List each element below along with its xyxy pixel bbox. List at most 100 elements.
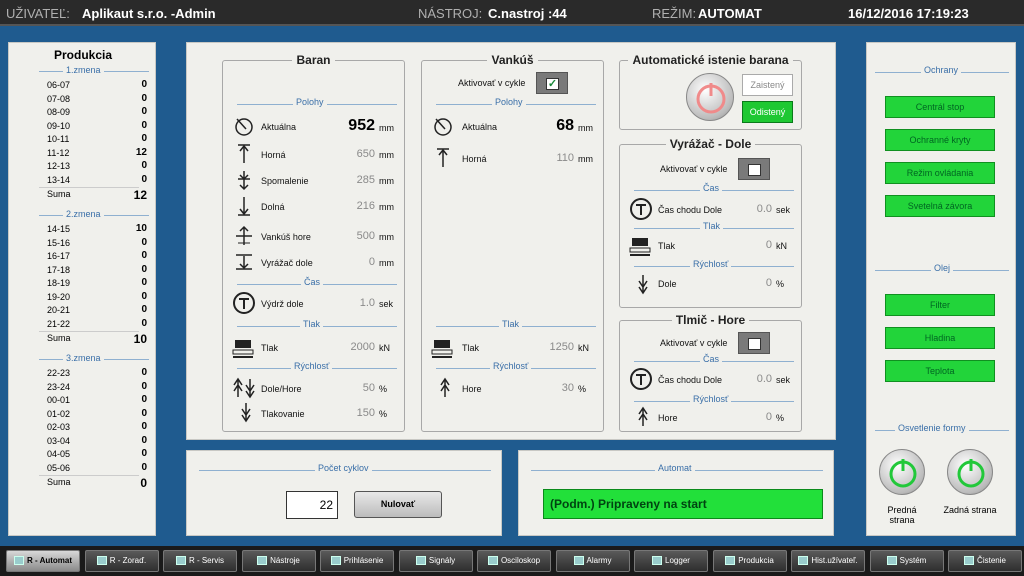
taskbar-cistenie-button[interactable]: Čistenie [948,550,1022,572]
baran-vankus-hore-label: Vankúš hore [261,232,311,242]
vyrazac-cas-chodu-value[interactable]: 0.0 [732,203,772,215]
position-bottom-icon [233,195,255,216]
zorad-icon [96,556,107,566]
production-count: 0 [141,160,147,171]
taskbar-signaly-button[interactable]: Signály [398,550,473,572]
baran-dole-hore-value[interactable]: 50 [323,382,375,394]
taskbar-nastroje-button[interactable]: Nástroje [241,550,316,572]
production-hour: 14-15 [47,224,71,234]
vankus-aktivovat-checkbox[interactable]: ✓ [536,72,568,94]
baran-tlak-value[interactable]: 2000 [323,341,375,353]
shift-label: 3.zmena [63,353,104,363]
baran-group: Baran Polohy Aktuálna 952 mm Horná 650 m… [222,53,405,432]
production-count: 0 [141,367,147,378]
taskbar-automat-button[interactable]: R - Automat [6,550,80,572]
sum-value: 10 [133,332,147,346]
mode-value: AUTOMAT [698,6,762,21]
production-count: 0 [141,461,147,473]
position-top-icon [233,143,255,163]
production-row: 03-04 0 [39,435,147,448]
speed-up-icon [434,377,456,397]
zaisteny-button[interactable]: Zaistený [742,74,793,96]
pressure-icon [232,337,254,358]
sum-label: Suma [47,477,71,487]
front-light-button[interactable] [879,449,925,495]
production-hour: 08-09 [47,107,71,117]
baran-tlak-label: Tlak [261,343,279,353]
taskbar-label: Prihlásenie [343,556,384,565]
automat-panel: Automat (Podm.) Pripraveny na start [518,450,834,536]
production-hour: 17-18 [47,264,71,275]
vyrazac-cas-chodu-label: Čas chodu Dole [658,205,723,215]
production-row: 01-02 0 [39,408,147,421]
production-sum-row: Suma 0 [39,475,147,490]
baran-vydrz-value[interactable]: 1.0 [323,297,375,309]
timer-icon [232,291,255,314]
rear-light-button[interactable] [947,449,993,495]
speed-up-icon [632,406,654,426]
production-row: 07-08 0 [39,93,147,106]
taskbar-produkcia-button[interactable]: Produkcia [712,550,787,572]
tlmic-hore-value[interactable]: 0 [732,411,772,423]
taskbar-zorad-button[interactable]: R - Zoraď. [84,550,159,572]
baran-tlakovanie-value[interactable]: 150 [323,407,375,419]
production-count: 0 [141,394,147,405]
vyrazac-dole-value[interactable]: 0 [732,277,772,289]
taskbar-label: Čistenie [977,556,1006,565]
taskbar-label: Logger [665,556,690,565]
production-sum-row: Suma 10 [39,331,147,346]
baran-dolna-label: Dolná [261,202,285,212]
production-title: Produkcia [53,48,113,62]
baran-horna-label: Horná [261,150,286,160]
baran-vydrz-label: Výdrž dole [261,299,304,309]
taskbar-servis-button[interactable]: R - Servis [163,550,237,572]
baran-horna-value[interactable]: 650 [323,148,375,160]
user-value: Aplikaut s.r.o. -Admin [82,6,216,21]
vankus-tlak-value[interactable]: 1250 [522,341,574,353]
taskbar-hist-uzivatel-button[interactable]: Hist.užívateľ. [791,550,865,572]
production-row: 18-19 0 [39,277,147,290]
production-hour: 03-04 [47,435,71,446]
taskbar-label: R - Servis [188,556,225,565]
baran-vankus-hore-value[interactable]: 500 [323,230,375,242]
vankus-group: Vankúš Aktivovať v cykle ✓ Polohy Aktuál… [421,53,604,432]
odisteny-button[interactable]: Odistený [742,101,793,123]
baran-cas-label: Čas [301,277,324,287]
position-current-icon [432,116,454,136]
taskbar-prihlasenie-button[interactable]: Prihlásenie [320,550,394,572]
pressure-icon [629,235,651,256]
taskbar-label: Hist.užívateľ. [811,556,858,565]
taskbar-system-button[interactable]: Systém [869,550,944,572]
baran-spomalenie-unit: mm [379,176,394,186]
production-count: 0 [141,173,147,185]
timer-icon [629,367,652,390]
cistenie-icon [964,556,975,566]
production-count: 0 [141,106,147,117]
taskbar-logger-button[interactable]: Logger [634,550,708,572]
production-row: 22-23 0 [39,367,147,380]
vankus-horna-value[interactable]: 110 [522,152,574,164]
baran-tlak-unit: kN [379,343,390,353]
taskbar-alarmy-button[interactable]: Alarmy [555,550,630,572]
cycle-count-title: Počet cyklov [315,463,372,473]
baran-dolna-value[interactable]: 216 [323,200,375,212]
baran-spomalenie-value[interactable]: 285 [323,174,375,186]
taskbar-label: Alarmy [586,556,612,565]
taskbar-osciloskop-button[interactable]: Osciloskop [477,550,551,572]
system-icon [886,556,897,566]
vankus-hore-value[interactable]: 30 [522,382,574,394]
production-row: 13-14 0 [39,174,147,187]
tlmic-cas-chodu-value[interactable]: 0.0 [732,373,772,385]
production-count: 0 [141,304,147,315]
power-lock-button[interactable] [686,73,734,121]
tlmic-aktivovat-checkbox[interactable] [738,332,770,354]
oil-temperature-indicator: Teplota [885,360,995,382]
reset-cycles-button[interactable]: Nulovať [354,491,442,518]
baran-vyrazac-dole-value[interactable]: 0 [323,256,375,268]
tlmic-cas-label: Čas [700,354,723,364]
production-row: 02-03 0 [39,421,147,434]
vyrazac-aktivovat-checkbox[interactable] [738,158,770,180]
vankus-rychlost-label: Rýchlosť [490,361,532,371]
vyrazac-tlak-value[interactable]: 0 [732,239,772,251]
taskbar-label: R - Automat [26,556,73,565]
